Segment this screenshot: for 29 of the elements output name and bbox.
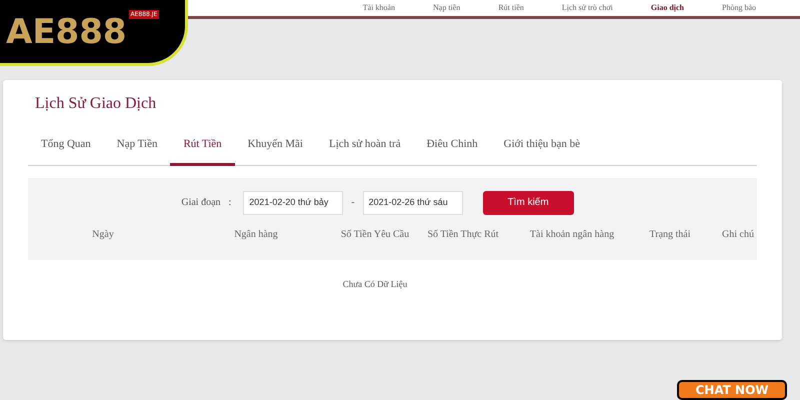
nav-link[interactable]: Giao dịch xyxy=(650,2,684,14)
column-header: Số Tiền Yêu Cầu xyxy=(340,228,410,242)
tab[interactable]: Nạp Tiền xyxy=(104,136,170,166)
start-date-field[interactable]: 2021-02-20 thứ bảy xyxy=(243,190,344,214)
logo: AE888 xyxy=(6,14,127,48)
tab[interactable]: Lịch sử hoàn trả xyxy=(316,136,414,166)
page-title: Lịch Sử Giao Dịch xyxy=(35,94,158,114)
column-header: Tài khoản ngân hàng xyxy=(530,228,614,242)
tab[interactable]: Điêu Chinh xyxy=(414,136,491,166)
period-label: Giai đoạn xyxy=(181,196,221,210)
nav-link[interactable]: Tài khoản xyxy=(362,2,395,14)
colon: : xyxy=(228,196,232,210)
tab[interactable]: Rút Tiền xyxy=(170,136,235,166)
column-header: Ghi chú xyxy=(722,228,754,242)
nav-link[interactable]: Lịch sử trò chơi xyxy=(562,2,613,14)
nav-link[interactable]: Phòng bảo xyxy=(722,2,756,14)
tab[interactable]: Tổng Quan xyxy=(28,136,104,166)
nav-link[interactable]: Rút tiền xyxy=(498,2,524,14)
column-header: Trạng thái xyxy=(649,228,691,242)
tab[interactable]: Khuyến Mãi xyxy=(234,136,316,166)
column-header: Số Tiền Thực Rút xyxy=(427,228,499,242)
column-header: Ngày xyxy=(92,228,114,242)
tab[interactable]: Giới thiệu bạn bè xyxy=(490,136,594,166)
search-button[interactable]: Tìm kiếm xyxy=(482,190,574,214)
end-date-field[interactable]: 2021-02-26 thứ sáu xyxy=(362,190,463,214)
empty-message: Chưa Có Dữ Liệu xyxy=(342,278,408,290)
nav-link[interactable]: Nạp tiền xyxy=(432,2,460,14)
column-header: Ngân hàng xyxy=(234,228,278,242)
date-separator: - xyxy=(351,196,355,210)
